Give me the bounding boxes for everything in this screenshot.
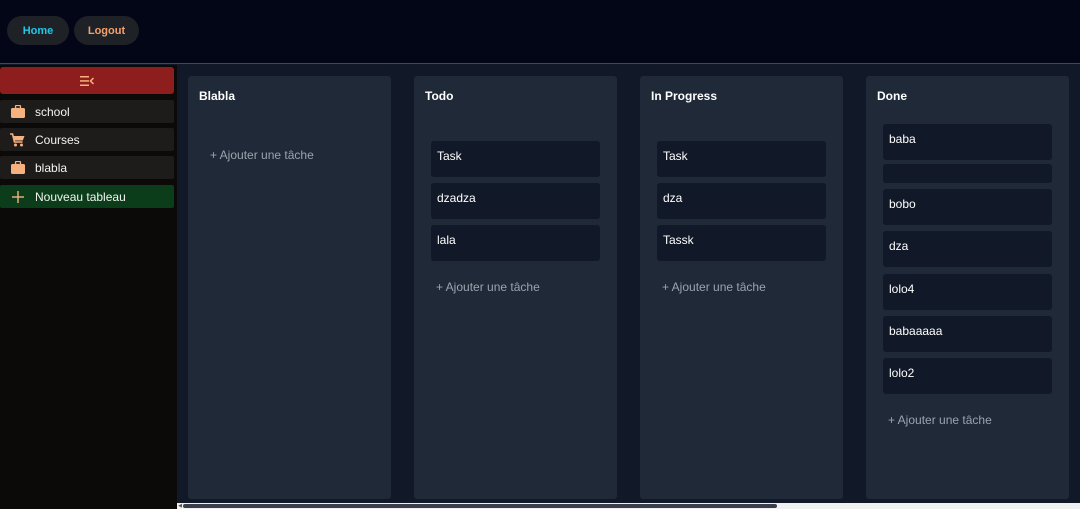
sidebar-item-label: blabla [35, 160, 68, 175]
column-title: Blabla [199, 89, 236, 103]
column-title: Todo [425, 89, 454, 103]
briefcase-icon [0, 100, 35, 123]
task-card[interactable]: dza [883, 231, 1052, 267]
sidebar-toggle-button[interactable] [0, 67, 174, 94]
task-card[interactable]: baba [883, 124, 1052, 160]
add-task-button[interactable]: + Ajouter une tâche [888, 413, 992, 427]
plus-icon [0, 185, 35, 208]
task-card[interactable] [883, 164, 1052, 183]
task-card[interactable]: dzadza [431, 183, 600, 219]
task-card[interactable]: Task [431, 141, 600, 177]
add-task-button[interactable]: + Ajouter une tâche [436, 280, 540, 294]
sidebar-item-blabla[interactable]: blabla [0, 156, 174, 179]
task-card[interactable]: bobo [883, 189, 1052, 225]
home-button[interactable]: Home [7, 16, 69, 45]
top-navbar: Home Logout [0, 0, 1080, 64]
sidebar-item-label: Courses [35, 132, 80, 147]
task-card[interactable]: lolo4 [883, 274, 1052, 310]
task-card[interactable]: Task [657, 141, 826, 177]
task-card[interactable]: Tassk [657, 225, 826, 261]
briefcase-icon [0, 156, 35, 179]
cart-icon [0, 128, 35, 151]
menu-collapse-icon [80, 75, 94, 86]
add-task-button[interactable]: + Ajouter une tâche [210, 148, 314, 162]
column-title: Done [877, 89, 907, 103]
new-board-button[interactable]: Nouveau tableau [0, 185, 174, 208]
column-todo: Todo Task dzadza lala + Ajouter une tâch… [414, 76, 617, 499]
logout-button[interactable]: Logout [74, 16, 139, 45]
task-card[interactable]: lala [431, 225, 600, 261]
column-done: Done baba bobo dza lolo4 babaaaaa lolo2 … [866, 76, 1069, 499]
sidebar-item-courses[interactable]: Courses [0, 128, 174, 151]
task-card[interactable]: babaaaaa [883, 316, 1052, 352]
column-blabla: Blabla + Ajouter une tâche [188, 76, 391, 499]
sidebar-item-label: school [35, 104, 70, 119]
task-card[interactable]: dza [657, 183, 826, 219]
horizontal-scrollbar[interactable]: ◀ [177, 503, 1080, 509]
column-title: In Progress [651, 89, 718, 103]
sidebar-item-school[interactable]: school [0, 100, 174, 123]
sidebar-item-label: Nouveau tableau [35, 189, 126, 204]
task-card[interactable]: lolo2 [883, 358, 1052, 394]
add-task-button[interactable]: + Ajouter une tâche [662, 280, 766, 294]
scrollbar-thumb[interactable] [183, 504, 777, 508]
column-in-progress: In Progress Task dza Tassk + Ajouter une… [640, 76, 843, 499]
sidebar: school Courses blabla Nouveau tableau [0, 65, 177, 509]
